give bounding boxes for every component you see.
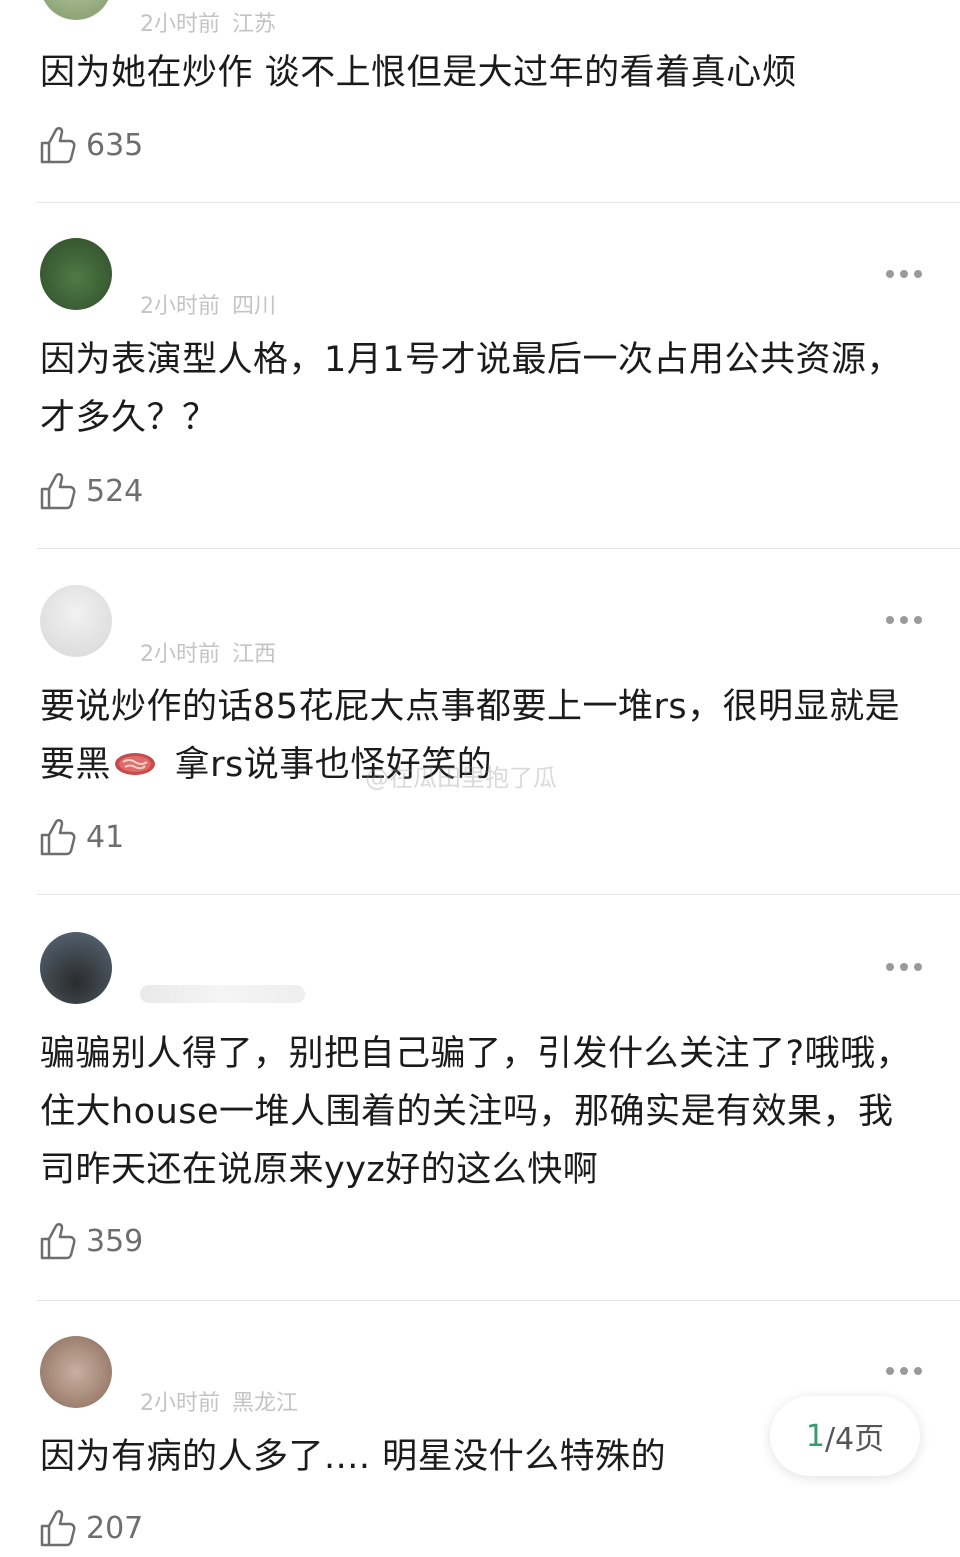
more-dots-icon[interactable] xyxy=(886,268,922,280)
comment-time: 2小时前 xyxy=(140,642,220,667)
comment-location: 四川 xyxy=(232,294,277,319)
comment-time: 2小时前 xyxy=(140,294,220,319)
divider xyxy=(37,894,960,895)
comment-location: 江西 xyxy=(232,642,277,667)
avatar[interactable] xyxy=(40,585,112,657)
comment-time: 2小时前 xyxy=(140,12,220,37)
comment-meta: 2小时前 四川 xyxy=(140,288,276,320)
thumbs-up-icon xyxy=(40,1223,76,1260)
comment-meta: 2小时前 江西 xyxy=(140,636,276,668)
divider xyxy=(37,1300,960,1301)
avatar[interactable] xyxy=(40,1336,112,1408)
current-page: 1 xyxy=(805,1418,825,1454)
more-dots-icon[interactable] xyxy=(886,961,922,973)
more-dots-icon[interactable] xyxy=(886,614,922,626)
divider xyxy=(37,548,960,549)
thumbs-up-icon xyxy=(40,819,76,856)
page-indicator[interactable]: 1/4页 xyxy=(770,1396,920,1476)
avatar[interactable] xyxy=(40,932,112,1004)
steak-emoji-icon xyxy=(115,753,156,775)
comment-location: 江苏 xyxy=(232,12,277,37)
comment-text: 因为她在炒作 谈不上恨但是大过年的看着真心烦 xyxy=(40,53,798,93)
avatar[interactable] xyxy=(40,238,112,310)
thumbs-up-icon xyxy=(40,473,76,510)
comment-location: 黑龙江 xyxy=(232,1391,299,1416)
more-dots-icon[interactable] xyxy=(886,1365,922,1377)
avatar[interactable] xyxy=(40,0,112,20)
username-blurred xyxy=(140,985,305,1003)
total-pages: /4页 xyxy=(824,1422,885,1457)
like-count: 41 xyxy=(86,819,125,855)
like-button[interactable]: 41 xyxy=(40,817,124,857)
like-button[interactable]: 524 xyxy=(40,471,143,511)
like-count: 635 xyxy=(86,127,144,163)
like-count: 359 xyxy=(86,1223,144,1259)
divider xyxy=(37,202,960,203)
comment-text: 因为表演型人格，1月1号才说最后一次占用公共资源，才多久？？ xyxy=(40,340,903,438)
like-button[interactable]: 359 xyxy=(40,1221,143,1261)
like-button[interactable]: 207 xyxy=(40,1508,143,1548)
like-count: 524 xyxy=(86,473,144,509)
thumbs-up-icon xyxy=(40,1510,76,1547)
like-button[interactable]: 635 xyxy=(40,125,143,165)
thumbs-up-icon xyxy=(40,127,76,164)
like-count: 207 xyxy=(86,1510,144,1546)
comment-meta: 2小时前 黑龙江 xyxy=(140,1385,298,1417)
comment-text: 骗骗别人得了，别把自己骗了，引发什么关注了?哦哦，住大house一堆人围着的关注… xyxy=(40,1034,912,1190)
comment-meta: 2小时前 江苏 xyxy=(140,6,276,38)
watermark: @在瓜田里抱了瓜 xyxy=(365,764,557,792)
comment-time: 2小时前 xyxy=(140,1391,220,1416)
